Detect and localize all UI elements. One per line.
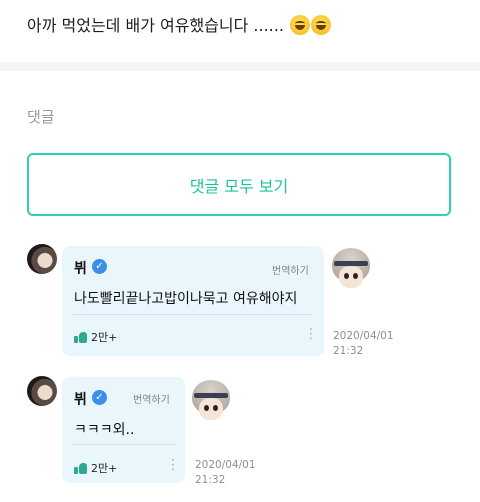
thumbs-up-icon: [74, 331, 87, 343]
avatar[interactable]: [27, 244, 57, 274]
verified-badge-icon: ✓: [92, 259, 107, 274]
like-button[interactable]: 2만+: [74, 329, 117, 345]
comment-author[interactable]: 뷔: [74, 258, 87, 278]
verified-badge-icon: ✓: [92, 390, 107, 405]
comment-bubble: 뷔 ✓ 번역하기 ㅋㅋㅋ외.. 2만+ ⋮: [62, 377, 185, 483]
comment-author[interactable]: 뷔: [74, 389, 87, 409]
translate-button[interactable]: 번역하기: [133, 391, 170, 406]
comment-date: 2020/04/01: [195, 459, 256, 471]
translate-button[interactable]: 번역하기: [272, 262, 309, 277]
comment-time: 21:32: [333, 345, 364, 357]
more-options-icon[interactable]: ⋮: [166, 457, 180, 473]
comments-section-title: 댓글: [27, 108, 55, 126]
avatar[interactable]: [27, 376, 57, 406]
post-text: 아까 먹었는데 배가 여유했습니다 ......: [27, 12, 332, 36]
comment-time: 21:32: [195, 474, 226, 486]
comment-separator: [72, 314, 312, 315]
character-sticker-icon: [190, 380, 232, 426]
like-count: 2만+: [91, 462, 118, 475]
character-sticker-icon: [330, 248, 372, 294]
comment-text: 나도빨리끝나고밥이나묵고 여유해야지: [74, 291, 298, 307]
post-text-content: 아까 먹었는데 배가 여유했습니다 ......: [27, 16, 284, 35]
like-count: 2만+: [91, 331, 118, 344]
more-options-icon[interactable]: ⋮: [304, 326, 318, 342]
comment-timestamp: 2020/04/01 21:32: [333, 329, 394, 359]
comment-text: ㅋㅋㅋ외..: [74, 422, 135, 438]
comment-timestamp: 2020/04/01 21:32: [195, 458, 256, 488]
grinning-sweat-emoji-icon: [290, 15, 311, 35]
comment-bubble: 뷔 ✓ 번역하기 나도빨리끝나고밥이나묵고 여유해야지 2만+ ⋮: [62, 246, 324, 356]
section-divider: [0, 62, 480, 71]
view-all-comments-button[interactable]: 댓글 모두 보기: [27, 153, 451, 216]
comment-separator: [72, 444, 176, 445]
like-button[interactable]: 2만+: [74, 460, 117, 476]
grinning-sweat-emoji-icon: [311, 15, 332, 35]
comment-date: 2020/04/01: [333, 330, 394, 342]
thumbs-up-icon: [74, 462, 87, 474]
